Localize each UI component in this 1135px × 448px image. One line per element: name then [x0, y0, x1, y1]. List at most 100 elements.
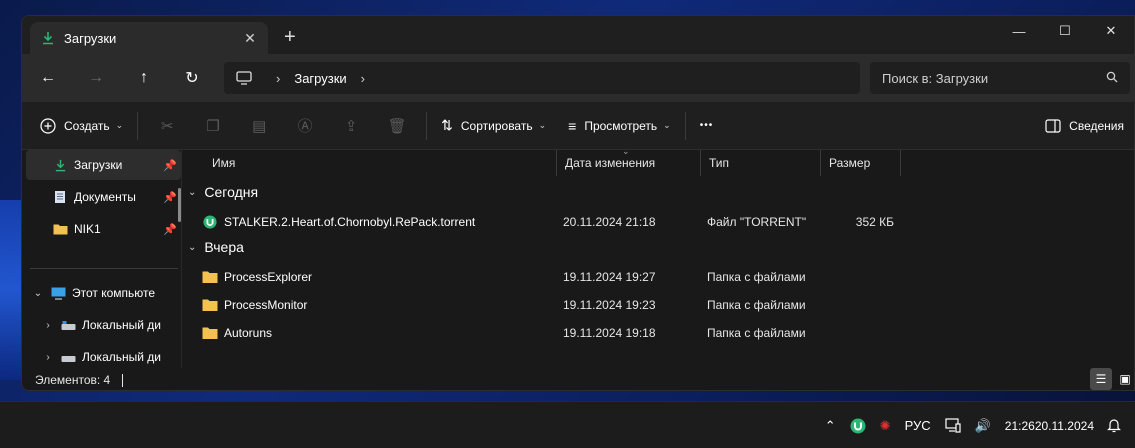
file-row[interactable]: Autoruns 19.11.2024 19:18 Папка с файлам… — [182, 319, 1082, 347]
group-label: Сегодня — [204, 184, 259, 200]
tab-close-button[interactable]: ✕ — [238, 30, 262, 47]
details-button[interactable]: Сведения — [1045, 109, 1124, 143]
breadcrumb-downloads[interactable]: Загрузки — [294, 71, 346, 86]
explorer-window: Загрузки ✕ + — ☐ ✕ ← → ↑ ↻ › Загрузки › … — [21, 15, 1135, 391]
maximize-button[interactable]: ☐ — [1042, 16, 1088, 46]
chevron-up-icon[interactable]: ⌃ — [825, 418, 836, 434]
sidebar-item-label: Документы — [74, 190, 136, 204]
network-icon[interactable] — [945, 418, 961, 433]
tiles-view-icon[interactable]: ▣ — [1114, 368, 1134, 390]
drive-icon — [60, 317, 76, 333]
folder-icon — [52, 221, 68, 237]
search-input[interactable]: Поиск в: Загрузки — [870, 62, 1130, 94]
toolbar-divider — [137, 111, 139, 140]
back-button[interactable]: ← — [24, 58, 72, 98]
items-count: Элементов: 4 — [35, 373, 111, 387]
chevron-down-icon[interactable]: ⌄ — [30, 288, 46, 299]
notification-bell-icon[interactable] — [1107, 418, 1121, 433]
file-row[interactable]: ProcessMonitor 19.11.2024 19:23 Папка с … — [182, 291, 1082, 319]
close-button[interactable]: ✕ — [1088, 16, 1134, 46]
tab-label: Загрузки — [64, 30, 117, 46]
share-icon[interactable]: ⇪ — [336, 111, 366, 141]
cut-icon[interactable]: ✂ — [152, 111, 182, 141]
chevron-down-icon: ⌄ — [188, 186, 197, 198]
up-button[interactable]: ↑ — [120, 58, 168, 98]
command-bar: Создать ⌄ ✂ ❐ ▤ Ⓐ ⇪ 🗑 ⇅ Сортировать ⌄ ≡ … — [22, 102, 1134, 150]
column-header-name[interactable]: Имя — [204, 150, 557, 176]
sidebar-item-downloads[interactable]: Загрузки 📌 — [26, 150, 181, 180]
navigation-bar: ← → ↑ ↻ › Загрузки › Поиск в: Загрузки — [22, 54, 1134, 102]
language-indicator[interactable]: РУС — [905, 418, 931, 433]
tab-downloads[interactable]: Загрузки ✕ — [30, 22, 268, 54]
paste-icon[interactable]: ▤ — [244, 111, 274, 141]
sidebar-item-label: Локальный ди — [82, 318, 161, 332]
chevron-right-icon: › — [276, 70, 281, 86]
forward-button[interactable]: → — [72, 58, 120, 98]
file-type: Папка с файлами — [707, 326, 806, 340]
sidebar-item-nik1[interactable]: NIK1 📌 — [26, 214, 181, 244]
address-bar[interactable]: › Загрузки › — [224, 62, 860, 94]
window-controls: — ☐ ✕ — [996, 16, 1134, 46]
copy-icon[interactable]: ❐ — [198, 111, 228, 141]
search-icon — [1106, 71, 1118, 86]
sidebar-item-this-pc[interactable]: ⌄ Этот компьюте — [26, 278, 181, 308]
toolbar-divider — [426, 111, 428, 140]
file-row[interactable]: ProcessExplorer 19.11.2024 19:27 Папка с… — [182, 263, 1082, 291]
drive-icon — [60, 349, 76, 365]
clock[interactable]: 21:26 20.11.2024 — [1005, 418, 1094, 434]
details-pane-icon — [1045, 119, 1061, 133]
column-header-date[interactable]: Дата изменения — [557, 150, 701, 176]
utorrent-icon[interactable] — [850, 418, 866, 434]
chevron-right-icon[interactable]: › — [361, 71, 365, 86]
file-date: 19.11.2024 19:27 — [563, 270, 656, 284]
refresh-button[interactable]: ↻ — [168, 58, 216, 98]
sidebar-item-label: NIK1 — [74, 222, 101, 236]
status-bar: Элементов: 4 ☰ ▣ — [22, 368, 1134, 390]
clock-date: 20.11.2024 — [1034, 418, 1094, 433]
chevron-down-icon: ⌄ — [663, 120, 671, 130]
clock-time: 21:26 — [1004, 418, 1035, 433]
sidebar-divider — [30, 268, 178, 269]
sidebar-item-local-disk[interactable]: › Локальный ди — [26, 310, 181, 340]
file-date: 19.11.2024 19:23 — [563, 298, 656, 312]
column-header-type[interactable]: Тип — [701, 150, 821, 176]
pin-icon: 📌 — [163, 223, 177, 236]
sort-button[interactable]: ⇅ Сортировать ⌄ — [433, 109, 554, 143]
navigation-pane: Загрузки 📌 Документы 📌 NIK1 📌 ⌄ Этот ком… — [22, 150, 182, 368]
view-button[interactable]: ≡ Просмотреть ⌄ — [560, 109, 679, 143]
delete-icon[interactable]: 🗑 — [382, 111, 412, 141]
more-options-button[interactable]: ••• — [692, 109, 722, 143]
toolbar-divider — [684, 111, 686, 140]
plus-circle-icon — [40, 117, 56, 134]
sidebar-item-documents[interactable]: Документы 📌 — [26, 182, 181, 212]
pin-icon: 📌 — [163, 159, 177, 172]
sidebar-item-label: Этот компьюте — [72, 286, 156, 300]
column-header-size[interactable]: Размер — [821, 150, 901, 176]
file-name: STALKER.2.Heart.of.Chornobyl.RePack.torr… — [224, 215, 476, 229]
group-header-yesterday[interactable]: ⌄ Вчера — [188, 239, 244, 255]
volume-icon[interactable]: 🔊 — [975, 418, 991, 434]
sidebar-item-label: Локальный ди — [82, 350, 161, 364]
minimize-button[interactable]: — — [996, 16, 1042, 46]
sidebar-scrollbar[interactable] — [178, 188, 181, 222]
chevron-right-icon[interactable]: › — [40, 320, 56, 331]
title-bar: Загрузки ✕ + — ☐ ✕ — [22, 16, 1134, 54]
folder-icon — [202, 327, 218, 339]
file-name: ProcessMonitor — [224, 298, 308, 312]
chevron-down-icon: ⌄ — [538, 120, 547, 130]
file-date: 19.11.2024 19:18 — [563, 326, 656, 340]
new-tab-button[interactable]: + — [284, 27, 296, 47]
steelseries-icon[interactable]: ✺ — [880, 418, 891, 434]
create-button[interactable]: Создать ⌄ — [32, 109, 131, 143]
content-area: Загрузки 📌 Документы 📌 NIK1 📌 ⌄ Этот ком… — [22, 146, 1134, 368]
file-row[interactable]: STALKER.2.Heart.of.Chornobyl.RePack.torr… — [182, 208, 1082, 236]
details-view-icon[interactable]: ☰ — [1090, 368, 1112, 390]
rename-icon[interactable]: Ⓐ — [290, 111, 320, 141]
chevron-right-icon[interactable]: › — [40, 352, 56, 363]
chevron-down-icon: ⌄ — [115, 120, 124, 130]
create-label: Создать — [64, 118, 110, 133]
status-divider — [122, 373, 124, 387]
file-name: Autoruns — [224, 326, 273, 340]
group-header-today[interactable]: ⌄ Сегодня — [188, 184, 258, 200]
download-icon — [52, 157, 68, 173]
